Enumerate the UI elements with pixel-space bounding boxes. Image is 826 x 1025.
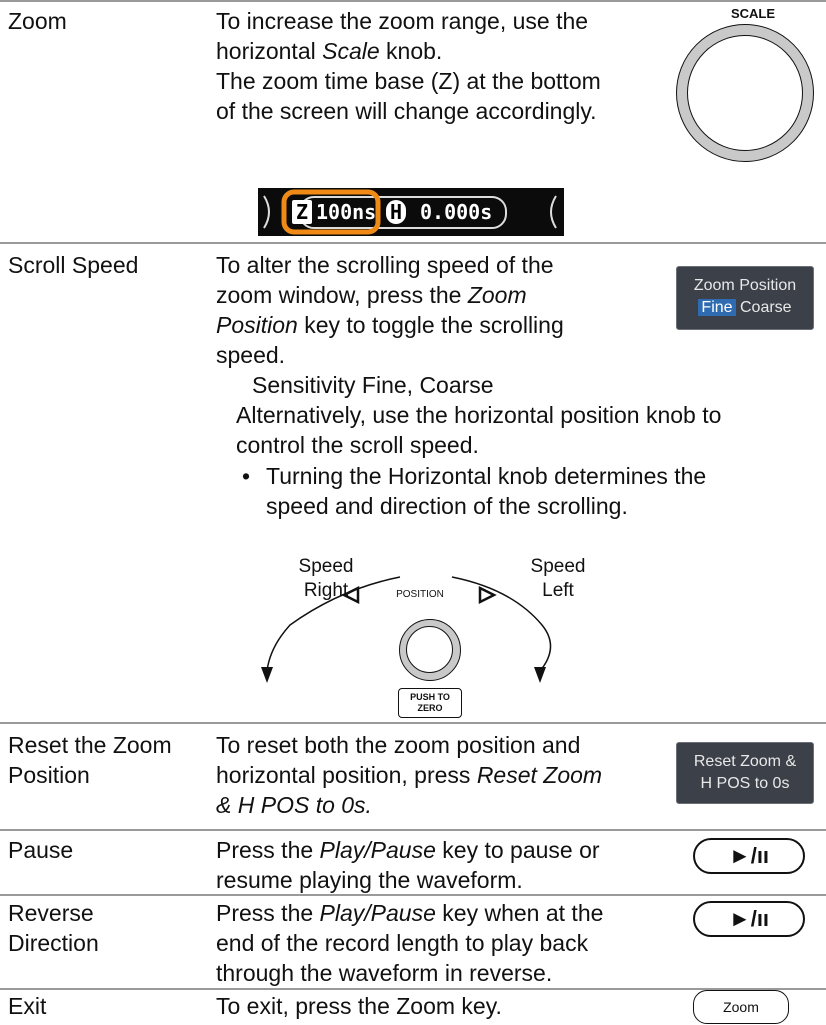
divider [0,722,826,724]
speed-right-label: Speed Right [298,556,354,601]
play-pause-button[interactable]: ►/ıı [693,838,805,874]
play-pause-button-reverse[interactable]: ►/ıı [693,901,805,937]
position-caption: POSITION [396,589,444,600]
position-knob[interactable] [399,619,461,681]
row-label-reset-zoom: Reset the Zoom Position [8,732,172,788]
horizontal-badge: H [386,200,406,224]
divider [0,242,826,244]
divider [0,829,826,831]
zoom-timebase: 100ns [316,200,377,224]
scale-knob[interactable] [676,24,814,162]
position-knob-center [406,626,453,673]
zoom-description: To increase the zoom range, use the hori… [216,8,601,124]
coarse-option: Coarse [740,299,792,316]
scroll-description: To alter the scrolling speed of the zoom… [216,252,564,368]
status-strip: Z 100ns H 0.000s [258,188,564,236]
reset-zoom-softkey[interactable]: Reset Zoom & H POS to 0s [676,742,814,804]
row-label-pause: Pause [8,837,74,863]
row-label-reverse-direction: Reverse Direction [8,900,99,956]
divider [0,0,826,2]
scale-knob-caption: SCALE [730,6,776,21]
sensitivity-line: Sensitivity Fine, Coarse [252,372,494,398]
row-label-scroll-speed: Scroll Speed [8,252,139,278]
zoom-position-softkey[interactable]: Zoom Position Fine Coarse [676,266,814,330]
reset-description: To reset both the zoom position and hori… [216,732,603,818]
zoom-key-button[interactable]: Zoom [693,990,789,1024]
zoom-badge: Z [292,200,312,224]
row-label-exit: Exit [8,993,47,1019]
bullet-icon: • [242,463,251,489]
pause-description: Press the Play/Pause key to pause or res… [216,837,600,893]
row-label-zoom: Zoom [8,8,67,34]
speed-left-label: Speed Left [530,556,586,601]
horizontal-position-value: 0.000s [420,200,493,224]
fine-option: Fine [698,299,736,316]
divider [0,894,826,896]
alternative-description: Alternatively, use the horizontal positi… [236,402,722,458]
exit-description: To exit, press the Zoom key. [216,993,502,1019]
reverse-description: Press the Play/Pause key when at the end… [216,900,604,986]
push-to-zero-label: PUSH TO ZERO [398,688,462,718]
scale-knob-center [687,35,803,151]
